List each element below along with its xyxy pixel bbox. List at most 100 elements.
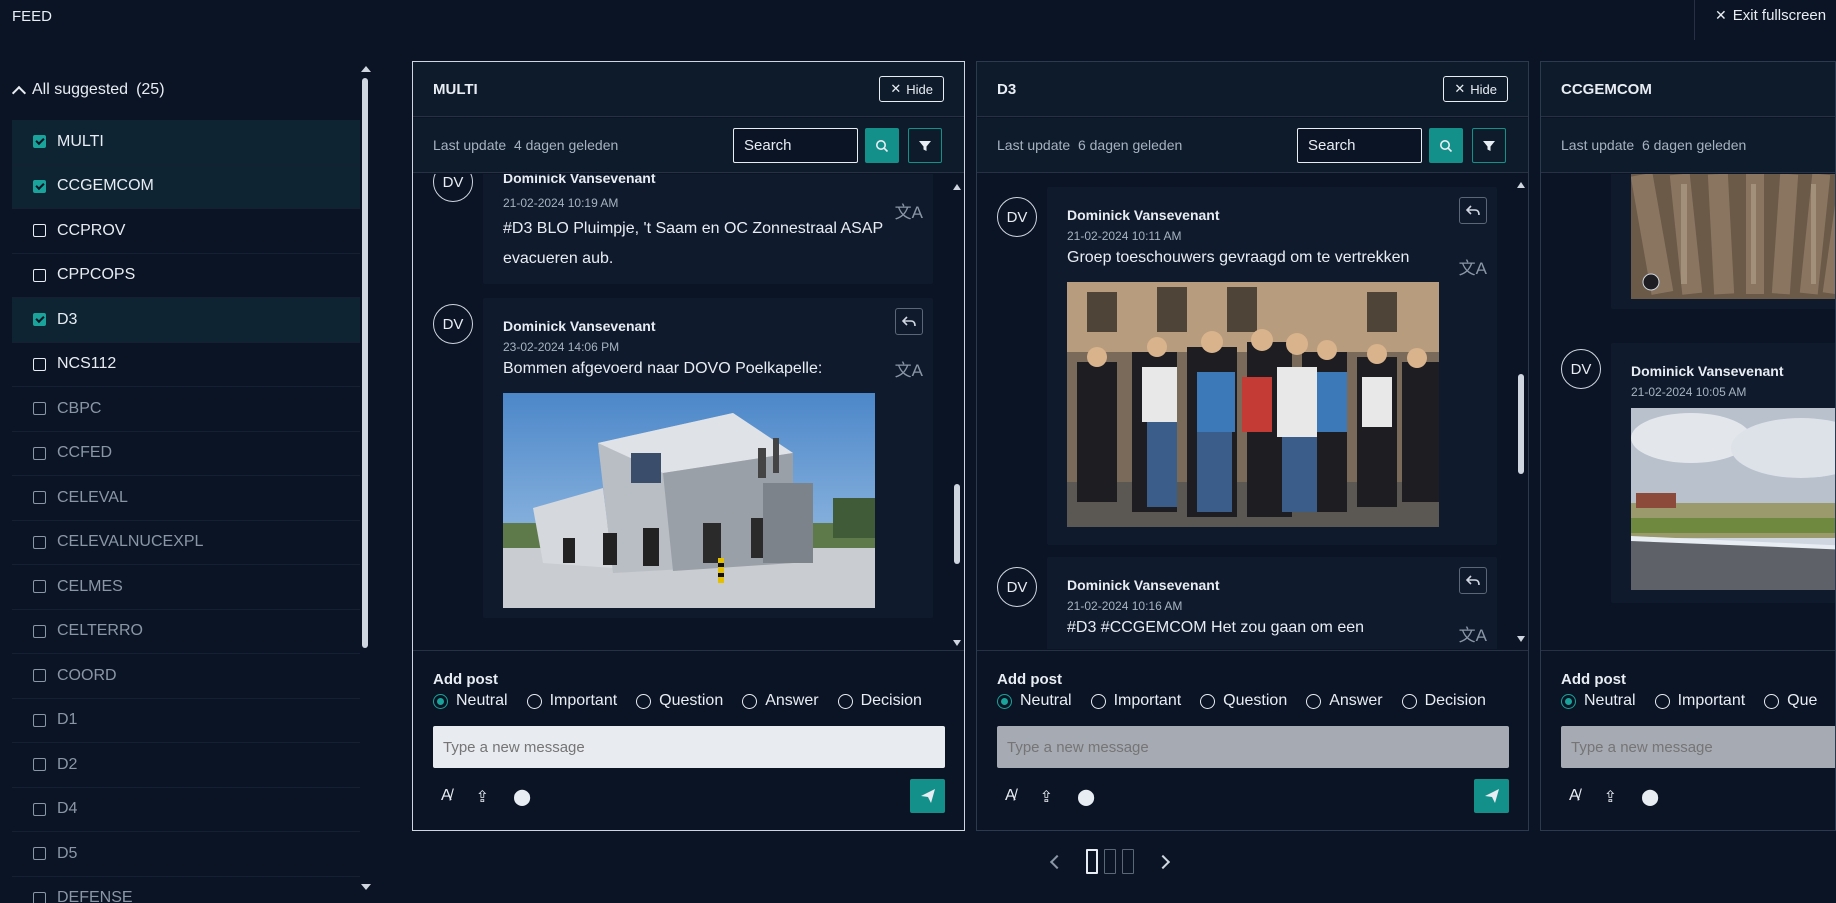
sidebar-item-celevalnucexpl[interactable]: CELEVALNUCEXPL xyxy=(12,521,360,565)
radio-important[interactable]: Important xyxy=(1090,692,1181,710)
radio-question[interactable]: Que xyxy=(1764,692,1817,710)
checkbox-icon[interactable] xyxy=(33,624,46,638)
translate-icon[interactable]: 文A xyxy=(895,198,923,223)
radio-decision[interactable]: Decision xyxy=(1401,692,1486,710)
feed-scroll-up-arrow[interactable] xyxy=(1517,182,1525,188)
page-indicator-1[interactable] xyxy=(1086,849,1098,874)
exit-fullscreen-button[interactable]: ✕ Exit fullscreen xyxy=(1715,7,1826,24)
page-indicator-3[interactable] xyxy=(1122,849,1134,874)
sidebar-item-coord[interactable]: COORD xyxy=(12,654,360,699)
checkbox-icon[interactable] xyxy=(33,758,46,772)
sidebar-item-d2[interactable]: D2 xyxy=(12,743,360,788)
chevron-left-icon[interactable] xyxy=(1049,854,1065,869)
sidebar-scroll-down-arrow[interactable] xyxy=(361,884,371,890)
checkbox-icon[interactable] xyxy=(33,357,46,371)
sidebar-item-cbpc[interactable]: CBPC xyxy=(12,387,360,432)
post-feed[interactable]: DV Dominick Vansevenant 21-02-2024 10:19… xyxy=(413,174,964,649)
checkbox-checked-icon[interactable] xyxy=(33,179,46,193)
sidebar-item-multi[interactable]: MULTI xyxy=(12,120,360,165)
post-feed[interactable]: DV Dominick Vansevenant 21-02-2024 10:05… xyxy=(1541,174,1835,649)
checkbox-icon[interactable] xyxy=(33,446,46,460)
radio-important[interactable]: Important xyxy=(526,692,617,710)
checkbox-icon[interactable] xyxy=(33,669,46,683)
sidebar-item-ccprov[interactable]: CCPROV xyxy=(12,209,360,254)
checkbox-icon[interactable] xyxy=(33,847,46,861)
sidebar-item-ccfed[interactable]: CCFED xyxy=(12,432,360,476)
hide-column-button[interactable]: ✕ Hide xyxy=(1443,76,1508,102)
radio-neutral[interactable]: Neutral xyxy=(1561,692,1636,710)
filter-button[interactable] xyxy=(908,128,942,163)
sidebar-item-d4[interactable]: D4 xyxy=(12,788,360,832)
feed-scroll-up-arrow[interactable] xyxy=(953,184,961,190)
location-pin-icon[interactable]: ⬤ xyxy=(1077,787,1095,807)
sidebar-item-d1[interactable]: D1 xyxy=(12,699,360,743)
checkbox-icon[interactable] xyxy=(33,268,46,282)
radio-decision[interactable]: Decision xyxy=(837,692,922,710)
spellcheck-icon[interactable]: A̸ xyxy=(1005,787,1016,807)
checkbox-icon[interactable] xyxy=(33,224,46,238)
send-button[interactable] xyxy=(910,779,945,813)
checkbox-checked-icon[interactable] xyxy=(33,313,46,327)
radio-important[interactable]: Important xyxy=(1654,692,1745,710)
page-indicator-2[interactable] xyxy=(1104,849,1116,874)
checkbox-checked-icon[interactable] xyxy=(33,135,46,149)
location-pin-icon[interactable]: ⬤ xyxy=(1641,787,1659,807)
sidebar-item-d5[interactable]: D5 xyxy=(12,832,360,877)
radio-answer[interactable]: Answer xyxy=(742,692,819,710)
upload-icon[interactable]: ⇪ xyxy=(476,787,489,807)
sidebar-item-ncs112[interactable]: NCS112 xyxy=(12,343,360,387)
sidebar-item-celmes[interactable]: CELMES xyxy=(12,565,360,610)
search-input[interactable]: Search xyxy=(1297,128,1422,163)
hide-column-button[interactable]: ✕ Hide xyxy=(879,76,944,102)
chevron-right-icon[interactable] xyxy=(1155,854,1171,869)
sidebar-item-celeval[interactable]: CELEVAL xyxy=(12,476,360,521)
feed-scrollbar-thumb[interactable] xyxy=(1518,374,1524,474)
spellcheck-icon[interactable]: A̸ xyxy=(1569,787,1580,807)
radio-label: Neutral xyxy=(1584,692,1636,709)
feed-scrollbar-thumb[interactable] xyxy=(954,484,960,564)
checkbox-icon[interactable] xyxy=(33,491,46,505)
all-suggested-toggle[interactable]: All suggested (25) xyxy=(12,81,165,101)
radio-neutral[interactable]: Neutral xyxy=(433,692,508,710)
reply-button[interactable] xyxy=(1459,567,1487,594)
upload-icon[interactable]: ⇪ xyxy=(1040,787,1053,807)
radio-answer[interactable]: Answer xyxy=(1306,692,1383,710)
sidebar-item-cppcops[interactable]: CPPCOPS xyxy=(12,254,360,298)
search-input[interactable]: Search xyxy=(733,128,858,163)
sidebar-scroll-up-arrow[interactable] xyxy=(361,66,371,72)
checkbox-icon[interactable] xyxy=(33,891,46,903)
feed-scroll-down-arrow[interactable] xyxy=(953,640,961,646)
translate-icon[interactable]: 文A xyxy=(1459,254,1487,279)
sidebar-item-d3[interactable]: D3 xyxy=(12,298,360,343)
send-button[interactable] xyxy=(1474,779,1509,813)
checkbox-icon[interactable] xyxy=(33,580,46,594)
feed-scroll-down-arrow[interactable] xyxy=(1517,636,1525,642)
upload-icon[interactable]: ⇪ xyxy=(1604,787,1617,807)
close-icon: ✕ xyxy=(1715,7,1727,23)
radio-neutral[interactable]: Neutral xyxy=(997,692,1072,710)
sidebar-item-defense[interactable]: DEFENSE xyxy=(12,877,360,903)
message-input[interactable] xyxy=(997,726,1509,768)
reply-button[interactable] xyxy=(895,308,923,335)
spellcheck-icon[interactable]: A̸ xyxy=(441,787,452,807)
search-button[interactable] xyxy=(865,128,899,163)
location-pin-icon[interactable]: ⬤ xyxy=(513,787,531,807)
post-feed[interactable]: DV Dominick Vansevenant 21-02-2024 10:11… xyxy=(977,174,1528,649)
message-input[interactable] xyxy=(1561,726,1835,768)
translate-icon[interactable]: 文A xyxy=(1459,621,1487,646)
sidebar-item-celterro[interactable]: CELTERRO xyxy=(12,610,360,654)
radio-label: Question xyxy=(1223,692,1288,709)
checkbox-icon[interactable] xyxy=(33,713,46,727)
message-input[interactable] xyxy=(433,726,945,768)
search-button[interactable] xyxy=(1429,128,1463,163)
checkbox-icon[interactable] xyxy=(33,802,46,816)
translate-icon[interactable]: 文A xyxy=(895,356,923,381)
checkbox-icon[interactable] xyxy=(33,402,46,416)
reply-button[interactable] xyxy=(1459,197,1487,224)
radio-question[interactable]: Question xyxy=(1200,692,1287,710)
checkbox-icon[interactable] xyxy=(33,535,46,549)
radio-question[interactable]: Question xyxy=(636,692,723,710)
filter-button[interactable] xyxy=(1472,128,1506,163)
sidebar-item-ccgemcom[interactable]: CCGEMCOM xyxy=(12,164,360,209)
sidebar-scrollbar-thumb[interactable] xyxy=(362,78,368,648)
